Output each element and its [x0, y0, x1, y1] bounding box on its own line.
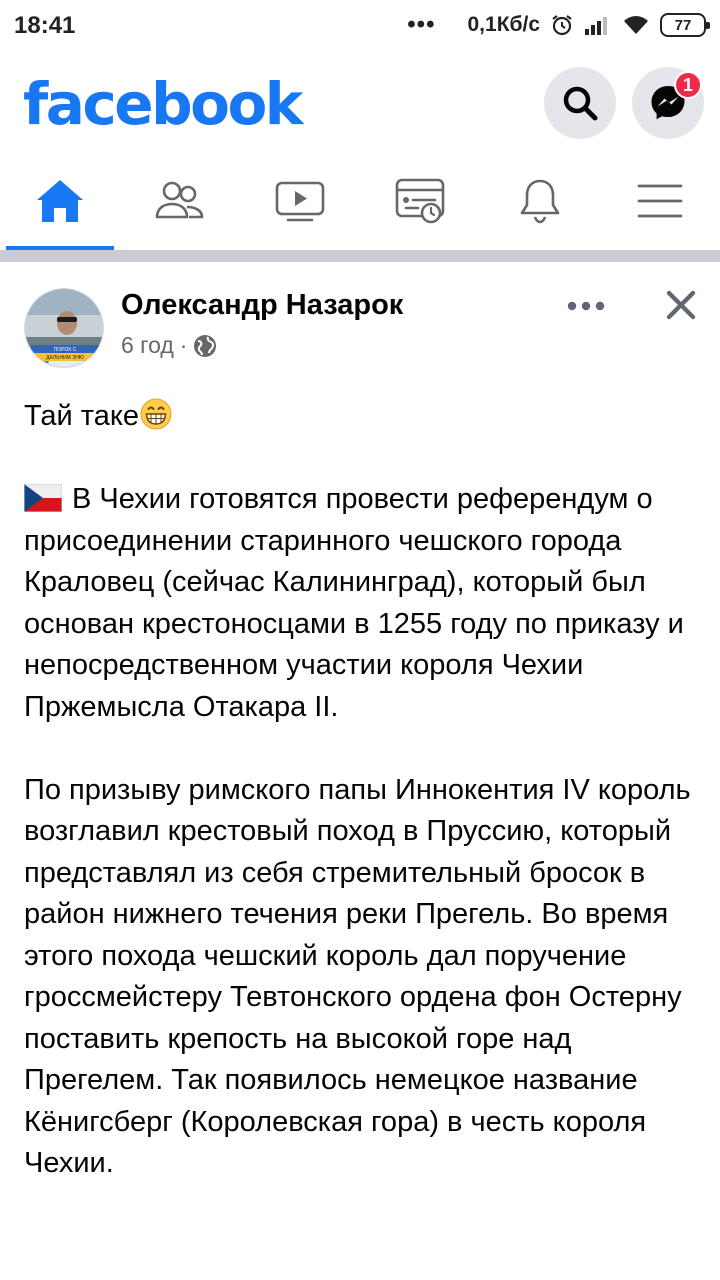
- video-icon: [275, 181, 325, 222]
- post-intro: Тай таке: [24, 396, 708, 438]
- avatar-caption-top: ПОРОХ С: [54, 347, 77, 353]
- messenger-badge: 1: [674, 71, 702, 99]
- messenger-button[interactable]: 1: [632, 67, 704, 139]
- feed-post: ПОРОХ С ДАЛЬНИМ ЗНЮ Олександр Назарок 6 …: [0, 262, 720, 1280]
- paragraph-1-text: В Чехии готовятся провести референдум о …: [24, 483, 684, 723]
- search-button[interactable]: [544, 67, 616, 139]
- tab-bar: [0, 152, 720, 250]
- meta-separator: ·: [179, 332, 188, 358]
- author-avatar[interactable]: ПОРОХ С ДАЛЬНИМ ЗНЮ: [24, 288, 104, 368]
- tab-notifications[interactable]: [480, 152, 600, 250]
- status-bar: 18:41 ••• 0,1Кб/с 77: [0, 0, 720, 52]
- alarm-icon: [552, 15, 572, 36]
- tab-watch[interactable]: [240, 152, 360, 250]
- tab-home[interactable]: [0, 152, 120, 250]
- avatar-caption-bottom: ДАЛЬНИМ ЗНЮ: [46, 355, 84, 361]
- avatar-photo: ПОРОХ С ДАЛЬНИМ ЗНЮ: [25, 289, 103, 367]
- globe-icon: [194, 334, 217, 357]
- author-name[interactable]: Олександр Назарок: [121, 289, 403, 322]
- battery-level: 77: [674, 16, 692, 34]
- tab-friends[interactable]: [120, 152, 240, 250]
- post-options-button[interactable]: [560, 284, 612, 328]
- hamburger-icon: [637, 184, 683, 218]
- feed-divider: [0, 250, 720, 262]
- tab-news[interactable]: [360, 152, 480, 250]
- post-meta: 6 год ·: [121, 332, 217, 359]
- bell-icon: [520, 179, 560, 224]
- battery-icon: 77: [660, 13, 710, 37]
- friends-icon: [155, 181, 204, 219]
- notification-dots: •••: [407, 11, 436, 38]
- search-icon: [563, 86, 598, 121]
- post-paragraph-1: В Чехии готовятся провести референдум о …: [24, 479, 708, 728]
- close-icon: [666, 290, 696, 320]
- intro-text: Тай таке: [24, 400, 140, 432]
- home-icon: [37, 180, 83, 222]
- czech-flag-emoji: [24, 484, 62, 512]
- news-icon: [395, 178, 445, 224]
- app-header: facebook 1: [0, 52, 720, 152]
- hide-post-button[interactable]: [656, 280, 706, 330]
- post-body: Тай таке В Чехии готовятся провести рефе…: [24, 396, 708, 1226]
- facebook-logo[interactable]: facebook: [23, 70, 303, 138]
- post-time[interactable]: 6 год: [121, 332, 174, 359]
- more-icon: [567, 301, 605, 311]
- status-time: 18:41: [14, 12, 76, 39]
- wifi-icon: [624, 16, 648, 34]
- signal-icon: [585, 17, 607, 35]
- status-indicators: ••• 0,1Кб/с 77: [407, 10, 710, 40]
- tab-menu[interactable]: [600, 152, 720, 250]
- grinning-face-emoji: [140, 398, 172, 430]
- network-speed: 0,1Кб/с: [467, 13, 541, 36]
- post-paragraph-2: По призыву римского папы Иннокентия IV к…: [24, 773, 691, 1180]
